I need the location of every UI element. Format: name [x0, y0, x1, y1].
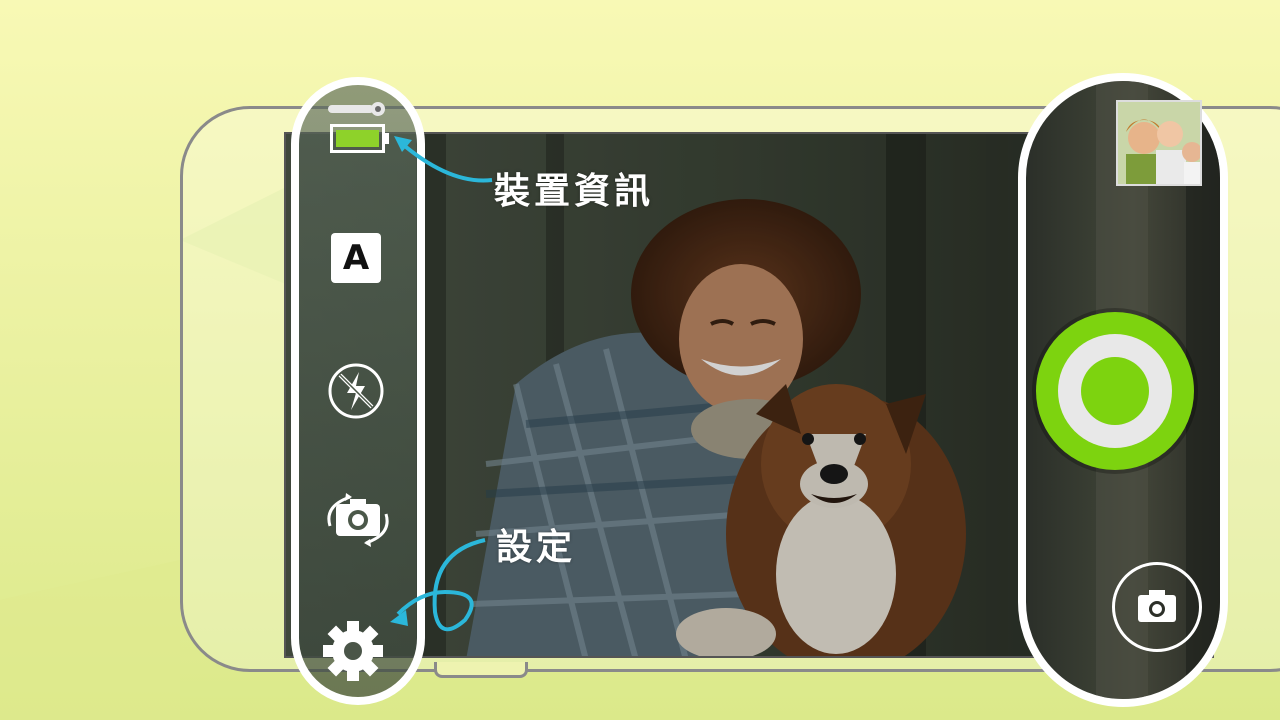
device-info-label: 裝置資訊 [494, 170, 655, 212]
camera-mode-button[interactable] [1112, 562, 1202, 652]
gallery-thumbnail[interactable] [1116, 100, 1202, 186]
camera-icon [1138, 590, 1176, 622]
phone-side-button [434, 662, 528, 678]
thumbnail-photo [1118, 102, 1200, 184]
settings-label: 設定 [496, 526, 577, 568]
shutter-core [1081, 357, 1149, 425]
auto-mode-button[interactable]: A [331, 233, 381, 283]
flash-off-icon[interactable] [327, 362, 385, 420]
gear-icon[interactable] [322, 620, 384, 682]
device-status-icon [328, 102, 385, 116]
device-info-arrow [394, 136, 493, 183]
settings-arrow [390, 538, 486, 632]
